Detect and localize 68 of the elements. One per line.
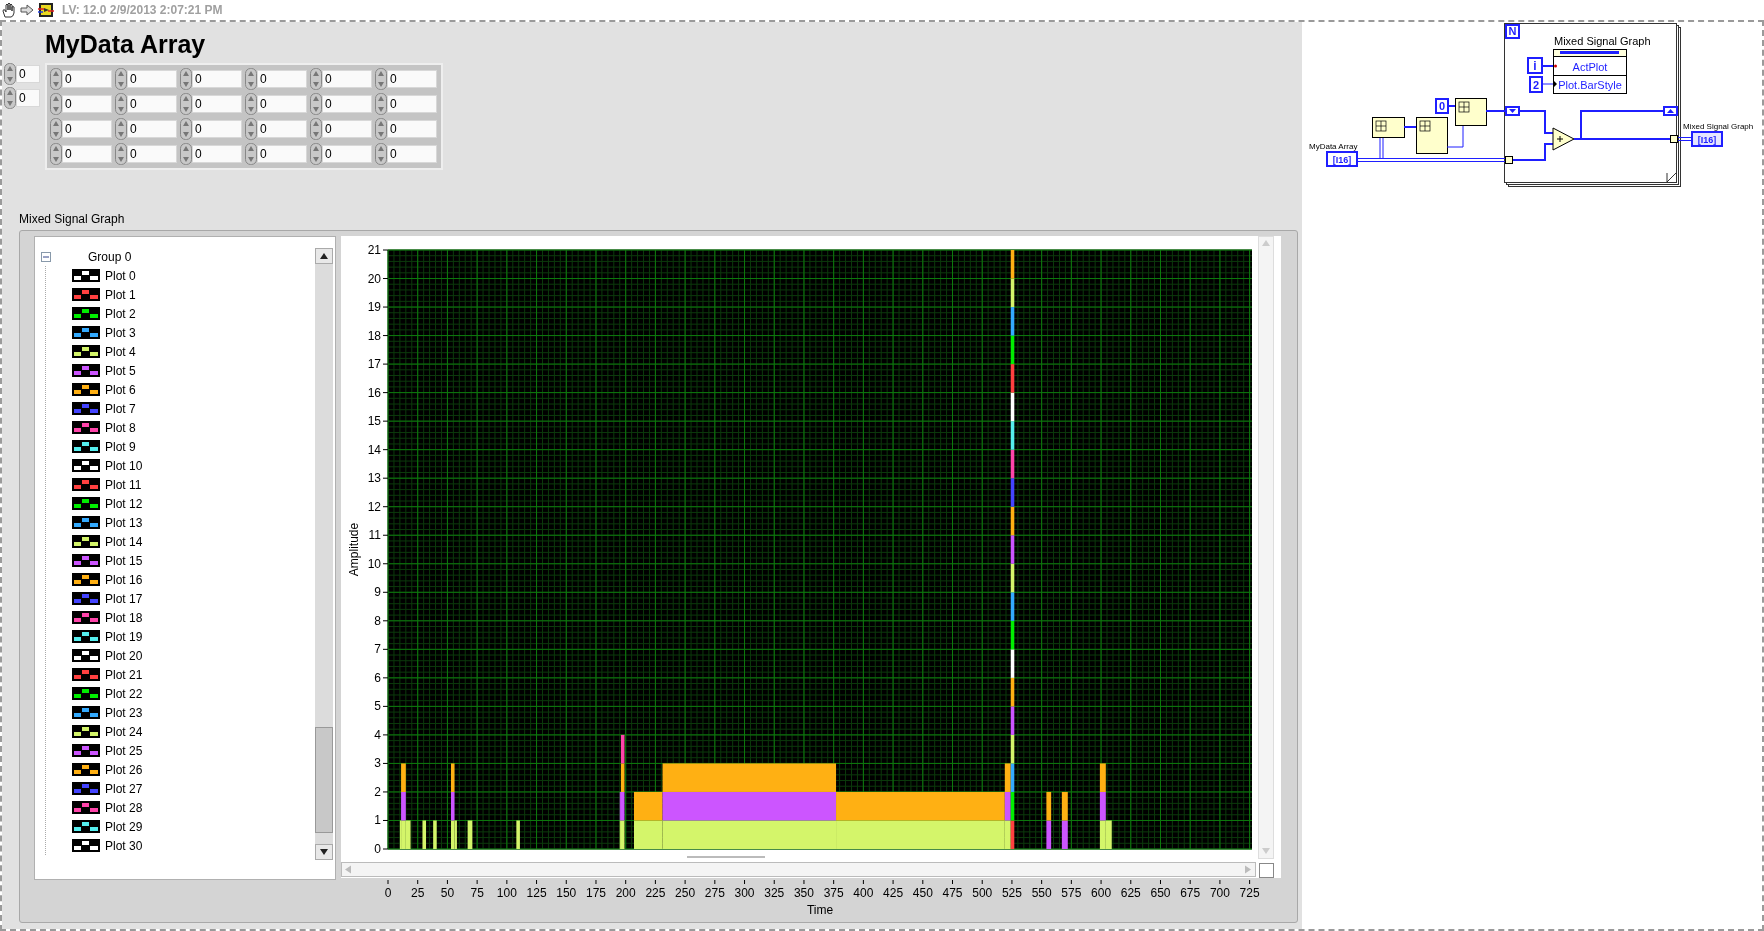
graph-label: Mixed Signal Graph xyxy=(19,212,126,226)
axis-tick-label: 18 xyxy=(367,328,381,343)
axis-tick-label: 475 xyxy=(942,886,963,900)
loop-count-terminal: N xyxy=(1505,24,1520,39)
axis-tick-label: 525 xyxy=(1001,886,1022,900)
axis-tick-label: 2 xyxy=(374,784,381,799)
array-title: MyData Array xyxy=(45,29,207,60)
graph-terminal: [I16] xyxy=(1691,131,1723,147)
axis-tick-label: 450 xyxy=(912,886,933,900)
axis-tick-label: 75 xyxy=(470,886,484,900)
axis-tick-label: 21 xyxy=(367,243,381,257)
axis-tick-label: 125 xyxy=(526,886,547,900)
axis-tick-label: 9 xyxy=(374,585,381,600)
property-name: Plot.BarStyle xyxy=(1558,79,1622,91)
axis-tick-label: 0 xyxy=(374,842,381,856)
numeric-constant: 2 xyxy=(1529,76,1543,93)
axis-tick-label: 600 xyxy=(1091,886,1112,900)
axis-tick-label: 325 xyxy=(764,886,785,900)
axis-tick-label: 350 xyxy=(793,886,814,900)
axis-tick-label: 6 xyxy=(374,670,381,685)
axis-tick-label: 375 xyxy=(823,886,844,900)
axis-tick-label: 14 xyxy=(367,442,381,457)
terminal-label: Mixed Signal Graph xyxy=(1683,122,1754,131)
axis-tick-label: 550 xyxy=(1031,886,1052,900)
version-text: LV: 12.0 2/9/2013 2:07:21 PM xyxy=(62,2,223,19)
axis-tick-label: 3 xyxy=(374,756,381,771)
terminal-label: MyData Array xyxy=(1309,142,1358,151)
axis-tick-label: 675 xyxy=(1180,886,1201,900)
axis-tick-label: 625 xyxy=(1120,886,1141,900)
axis-tick-label: 700 xyxy=(1209,886,1230,900)
axis-tick-label: 100 xyxy=(496,886,517,900)
axis-tick-label: 400 xyxy=(853,886,874,900)
axis-tick-label: 250 xyxy=(675,886,696,900)
axis-tick-label: 7 xyxy=(374,642,381,657)
numeric-constant: 0 xyxy=(1435,98,1449,114)
axis-tick-label: 5 xyxy=(374,699,381,714)
axis-tick-label: 13 xyxy=(367,471,381,486)
axis-tick-label: 25 xyxy=(411,886,425,900)
axis-tick-label: 0 xyxy=(384,886,392,900)
axis-tick-label: 12 xyxy=(367,499,381,514)
axis-tick-label: 575 xyxy=(1061,886,1082,900)
axis-tick-label: 17 xyxy=(367,357,381,372)
axis-tick-label: 425 xyxy=(883,886,904,900)
axis-tick-label: 50 xyxy=(440,886,455,900)
axis-tick-label: 16 xyxy=(367,385,381,400)
axis-tick-label: 725 xyxy=(1239,886,1260,900)
axis-tick-label: 150 xyxy=(556,886,577,900)
node-label: Mixed Signal Graph xyxy=(1554,35,1651,47)
axis-tick-label: 10 xyxy=(367,556,381,571)
axis-tick-label: 175 xyxy=(585,886,606,900)
axis-tick-label: 8 xyxy=(374,613,381,628)
axis-tick-label: 4 xyxy=(374,727,381,742)
loop-index-terminal: i xyxy=(1527,57,1543,74)
axis-tick-label: 225 xyxy=(645,886,666,900)
axis-tick-label: 650 xyxy=(1150,886,1171,900)
axis-tick-label: 19 xyxy=(367,300,381,315)
property-name: ActPlot xyxy=(1572,61,1608,73)
axis-title: Time xyxy=(806,903,834,917)
axis-tick-label: 15 xyxy=(367,414,381,429)
axis-tick-label: 200 xyxy=(615,886,636,900)
axis-tick-label: 1 xyxy=(374,813,381,828)
axis-tick-label: 20 xyxy=(367,271,381,286)
axis-tick-label: 300 xyxy=(734,886,755,900)
axis-tick-label: 11 xyxy=(368,528,381,543)
axis-tick-label: 275 xyxy=(704,886,725,900)
array-terminal: [I16] xyxy=(1326,151,1358,167)
axis-tick-label: 500 xyxy=(972,886,993,900)
axis-title: Amplitude xyxy=(347,522,361,577)
